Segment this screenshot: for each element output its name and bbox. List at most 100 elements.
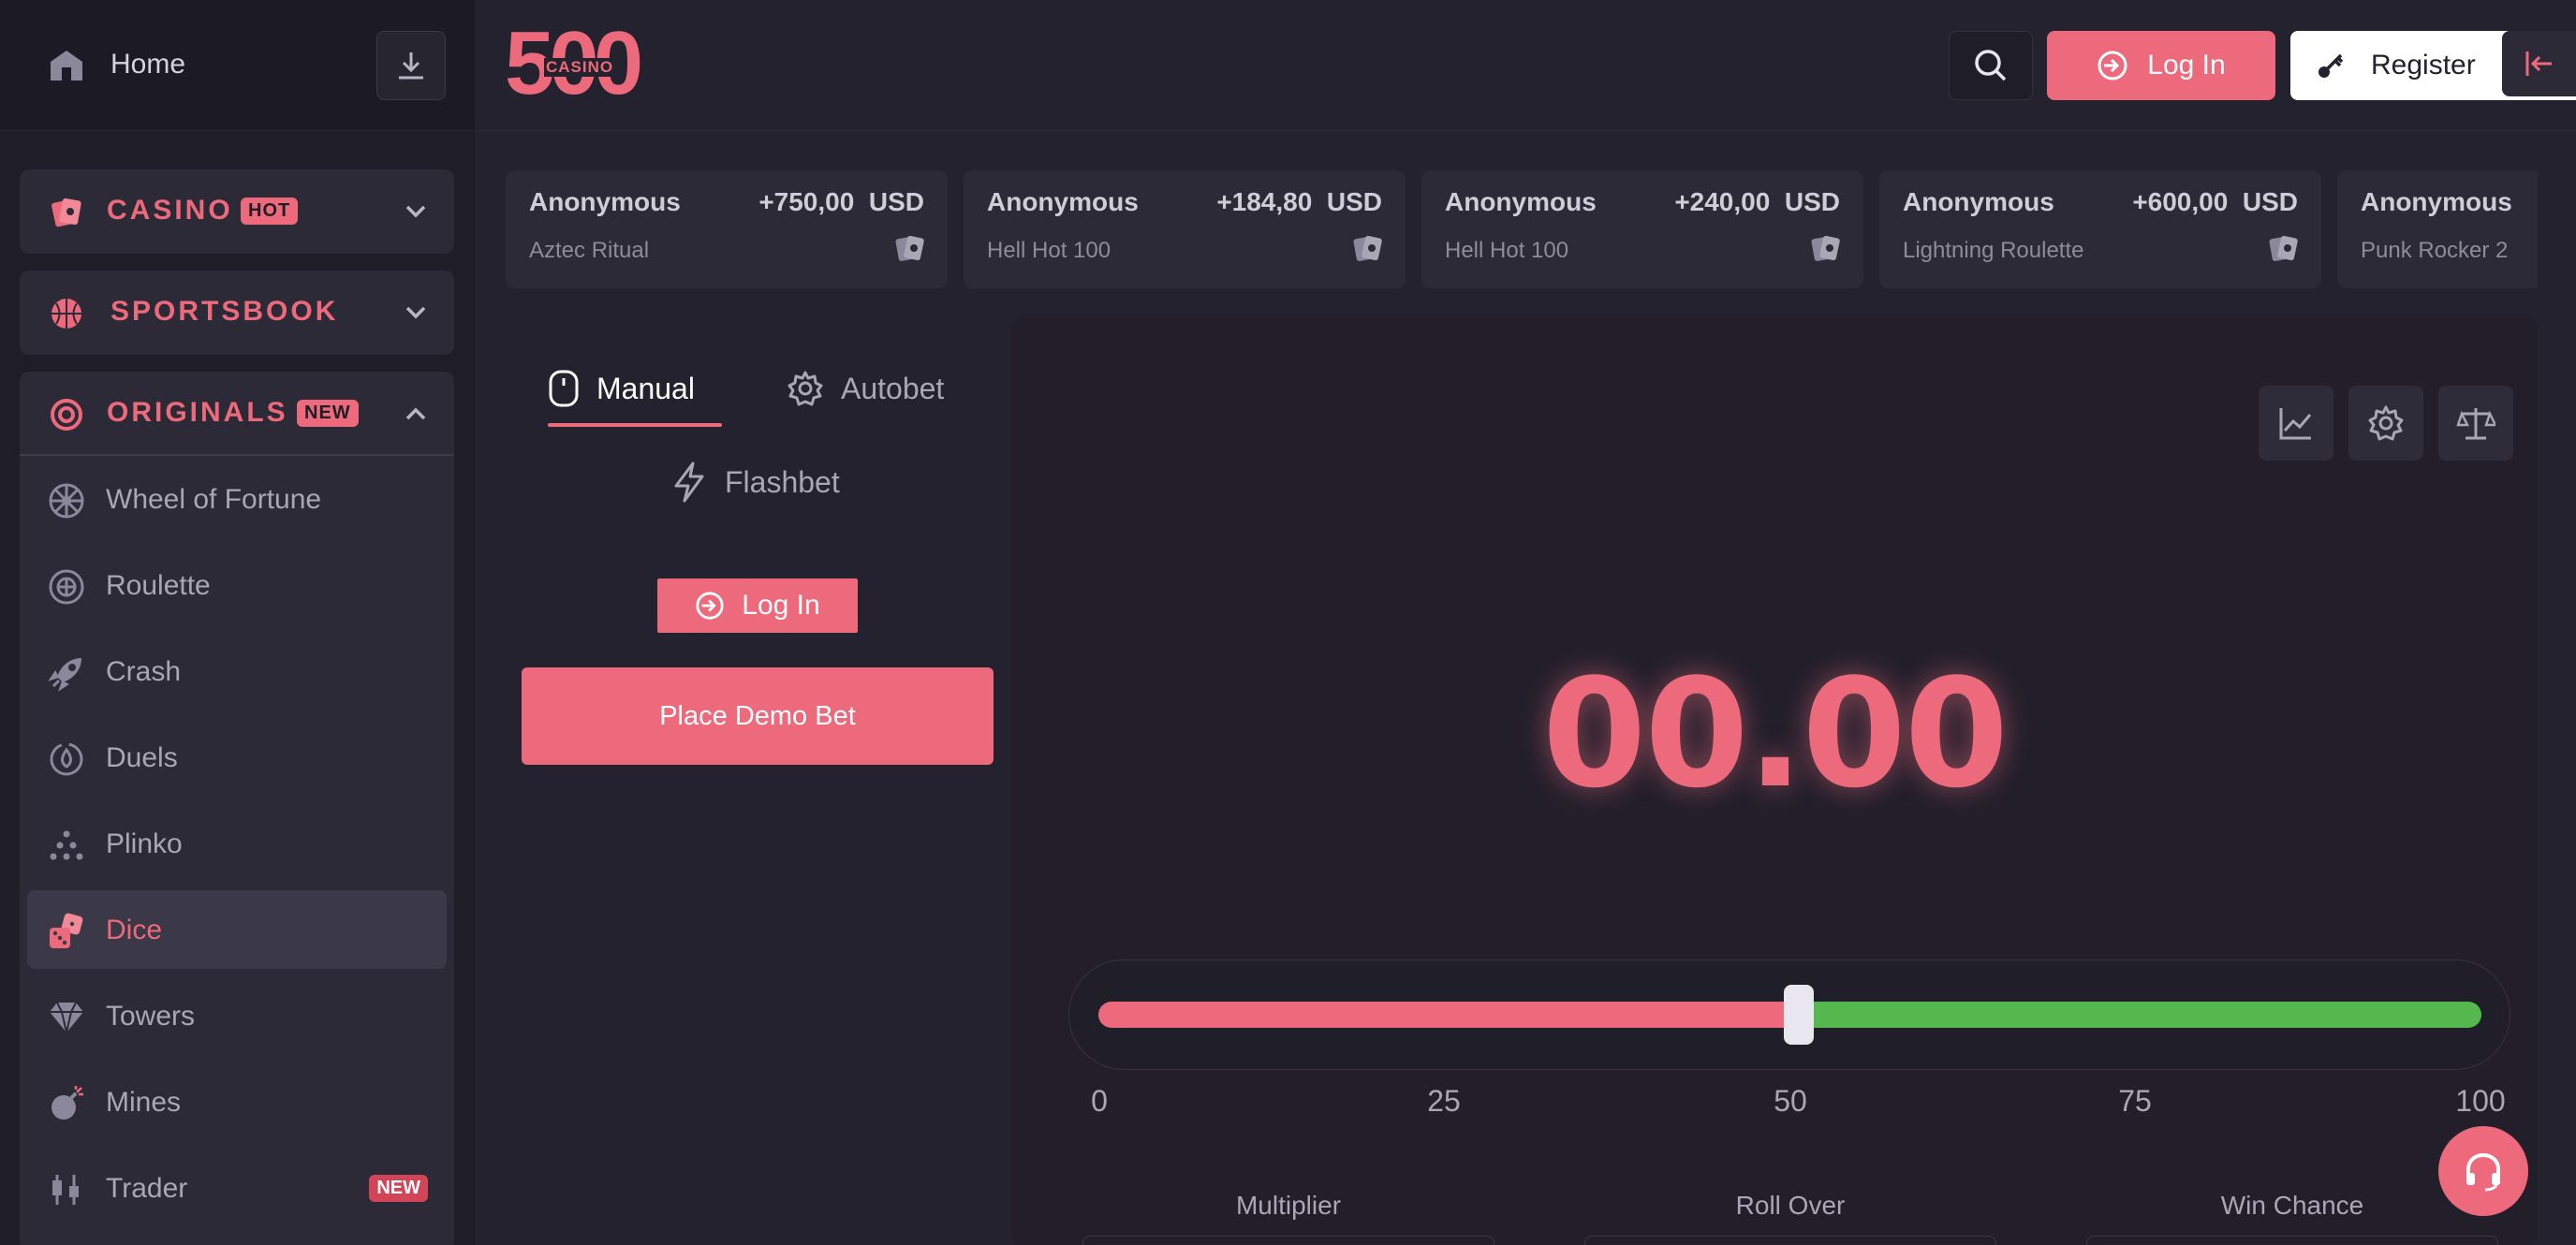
multiplier-label: Multiplier xyxy=(1235,1191,1342,1220)
download-button[interactable] xyxy=(376,31,446,100)
login-label: Log In xyxy=(742,590,820,621)
basketball-icon xyxy=(50,297,83,330)
roulette-icon xyxy=(48,568,85,606)
win-card[interactable]: Anonymous +240,00 USD Hell Hot 100 xyxy=(1421,170,1863,288)
section-casino[interactable]: CASINO HOT xyxy=(20,169,454,254)
cards-icon xyxy=(893,232,927,266)
sidebar-item-label: Towers xyxy=(106,1001,196,1032)
slider-handle[interactable] xyxy=(1784,985,1814,1045)
section-label: ORIGINALS xyxy=(107,397,288,428)
sidebar-item-label: Crash xyxy=(106,656,182,687)
win-card[interactable]: Anonymous +600,00 USD Lightning Roulette xyxy=(1879,170,2321,288)
home-bar: Home xyxy=(0,0,475,131)
originals-icon xyxy=(50,398,83,432)
mouse-icon xyxy=(549,370,579,407)
headset-icon xyxy=(2466,1152,2500,1192)
win-amount: +240,00 USD xyxy=(1674,187,1840,216)
scales-icon xyxy=(2456,408,2495,440)
roll-result: 00.00 xyxy=(1541,646,2009,821)
sidebar-item-label: Dice xyxy=(106,915,163,945)
sidebar-item-wheel-of-fortune[interactable]: Wheel of Fortune xyxy=(27,460,447,538)
tick-label: 100 xyxy=(2455,1084,2506,1118)
hot-badge: HOT xyxy=(241,198,299,225)
logo[interactable]: 500 CASINO xyxy=(505,19,643,109)
sidebar-item-towers[interactable]: Towers xyxy=(27,976,447,1055)
cards-icon xyxy=(50,196,83,229)
section-sportsbook[interactable]: SPORTSBOOK xyxy=(20,271,454,355)
diamond-icon xyxy=(48,999,85,1036)
lose-range-bar xyxy=(1098,1002,1814,1028)
sidebar-item-duels[interactable]: Duels xyxy=(27,718,447,797)
win-chance-field[interactable] xyxy=(2086,1236,2498,1245)
new-badge: NEW xyxy=(297,400,359,427)
sidebar-item-trader[interactable]: Trader NEW xyxy=(27,1149,447,1227)
gear-icon xyxy=(2368,405,2404,441)
plinko-icon xyxy=(48,827,85,864)
login-button[interactable]: Log In xyxy=(2047,31,2275,100)
win-game: Hell Hot 100 xyxy=(987,238,1111,263)
win-user: Anonymous xyxy=(1903,187,2054,216)
win-user: Anonymous xyxy=(1445,187,1597,216)
dice-game-area: 00.00 0 25 50 75 100 Multiplier Roll Ove… xyxy=(1011,318,2538,1245)
login-icon xyxy=(696,592,724,620)
collapse-sidebar-button[interactable] xyxy=(2502,31,2576,96)
tab-label: Manual xyxy=(596,371,695,405)
win-card[interactable]: Anonymous +750,00 USD Aztec Ritual xyxy=(506,170,948,288)
sidebar-item-dice[interactable]: Dice xyxy=(27,890,447,969)
login-label: Log In xyxy=(2147,50,2226,81)
win-card[interactable]: Anonymous Punk Rocker 2 xyxy=(2337,170,2538,288)
section-label: SPORTSBOOK xyxy=(110,296,339,327)
home-icon[interactable] xyxy=(49,49,84,82)
chevron-up-icon xyxy=(404,402,428,426)
roll-slider[interactable] xyxy=(1068,959,2510,1070)
download-icon xyxy=(399,52,423,80)
win-game: Hell Hot 100 xyxy=(1445,238,1569,263)
sidebar-item-plinko[interactable]: Plinko xyxy=(27,804,447,883)
win-user: Anonymous xyxy=(529,187,681,216)
win-amount: +184,80 USD xyxy=(1216,187,1382,216)
sidebar-item-roulette[interactable]: Roulette xyxy=(27,546,447,624)
roll-over-field[interactable] xyxy=(1584,1236,1996,1245)
bet-panel: Manual Autobet Flashbet Log In Place Dem… xyxy=(506,318,1011,1245)
sidebar-item-label: Roulette xyxy=(106,570,211,601)
multiplier-field[interactable] xyxy=(1082,1236,1494,1245)
home-link[interactable]: Home xyxy=(110,49,185,81)
win-card[interactable]: Anonymous +184,80 USD Hell Hot 100 xyxy=(964,170,1406,288)
cards-icon xyxy=(2267,232,2301,266)
gear-icon xyxy=(788,371,823,406)
settings-button[interactable] xyxy=(2348,386,2423,461)
win-user: Anonymous xyxy=(2361,187,2512,216)
tick-label: 25 xyxy=(1427,1084,1461,1118)
login-icon xyxy=(2098,51,2127,81)
search-icon xyxy=(1975,50,2007,81)
support-button[interactable] xyxy=(2438,1126,2528,1216)
win-amount: +750,00 USD xyxy=(758,187,924,216)
sidebar-item-label: Wheel of Fortune xyxy=(106,484,322,515)
tab-manual[interactable]: Manual xyxy=(548,351,695,426)
tab-active-indicator xyxy=(548,423,722,427)
stats-button[interactable] xyxy=(2259,386,2333,461)
search-button[interactable] xyxy=(1949,31,2033,100)
top-bar: 500 CASINO Log In Register xyxy=(475,0,2576,131)
place-demo-bet-button[interactable]: Place Demo Bet xyxy=(522,667,994,765)
sidebar-item-crash[interactable]: Crash xyxy=(27,632,447,710)
new-badge: NEW xyxy=(369,1175,428,1202)
tab-autobet[interactable]: Autobet xyxy=(787,351,944,426)
bomb-icon xyxy=(48,1085,85,1122)
win-game: Aztec Ritual xyxy=(529,238,650,263)
login-button[interactable]: Log In xyxy=(657,579,858,633)
key-icon xyxy=(2318,53,2344,78)
win-chance-label: Win Chance xyxy=(2220,1191,2364,1220)
chart-icon xyxy=(2279,408,2312,440)
originals-header[interactable]: ORIGINALS NEW xyxy=(20,372,454,456)
tick-label: 75 xyxy=(2118,1084,2152,1118)
fairness-button[interactable] xyxy=(2438,386,2513,461)
sidebar-item-label: Trader xyxy=(106,1173,188,1204)
flashbet-toggle[interactable]: Flashbet xyxy=(672,449,840,515)
sidebar-item-mines[interactable]: Mines xyxy=(27,1062,447,1141)
sidebar-item-label: Mines xyxy=(106,1087,182,1118)
logo-text: CASINO xyxy=(544,58,616,77)
chevron-down-icon xyxy=(404,300,428,325)
win-amount: +600,00 USD xyxy=(2132,187,2298,216)
win-range-bar xyxy=(1800,1002,2481,1028)
